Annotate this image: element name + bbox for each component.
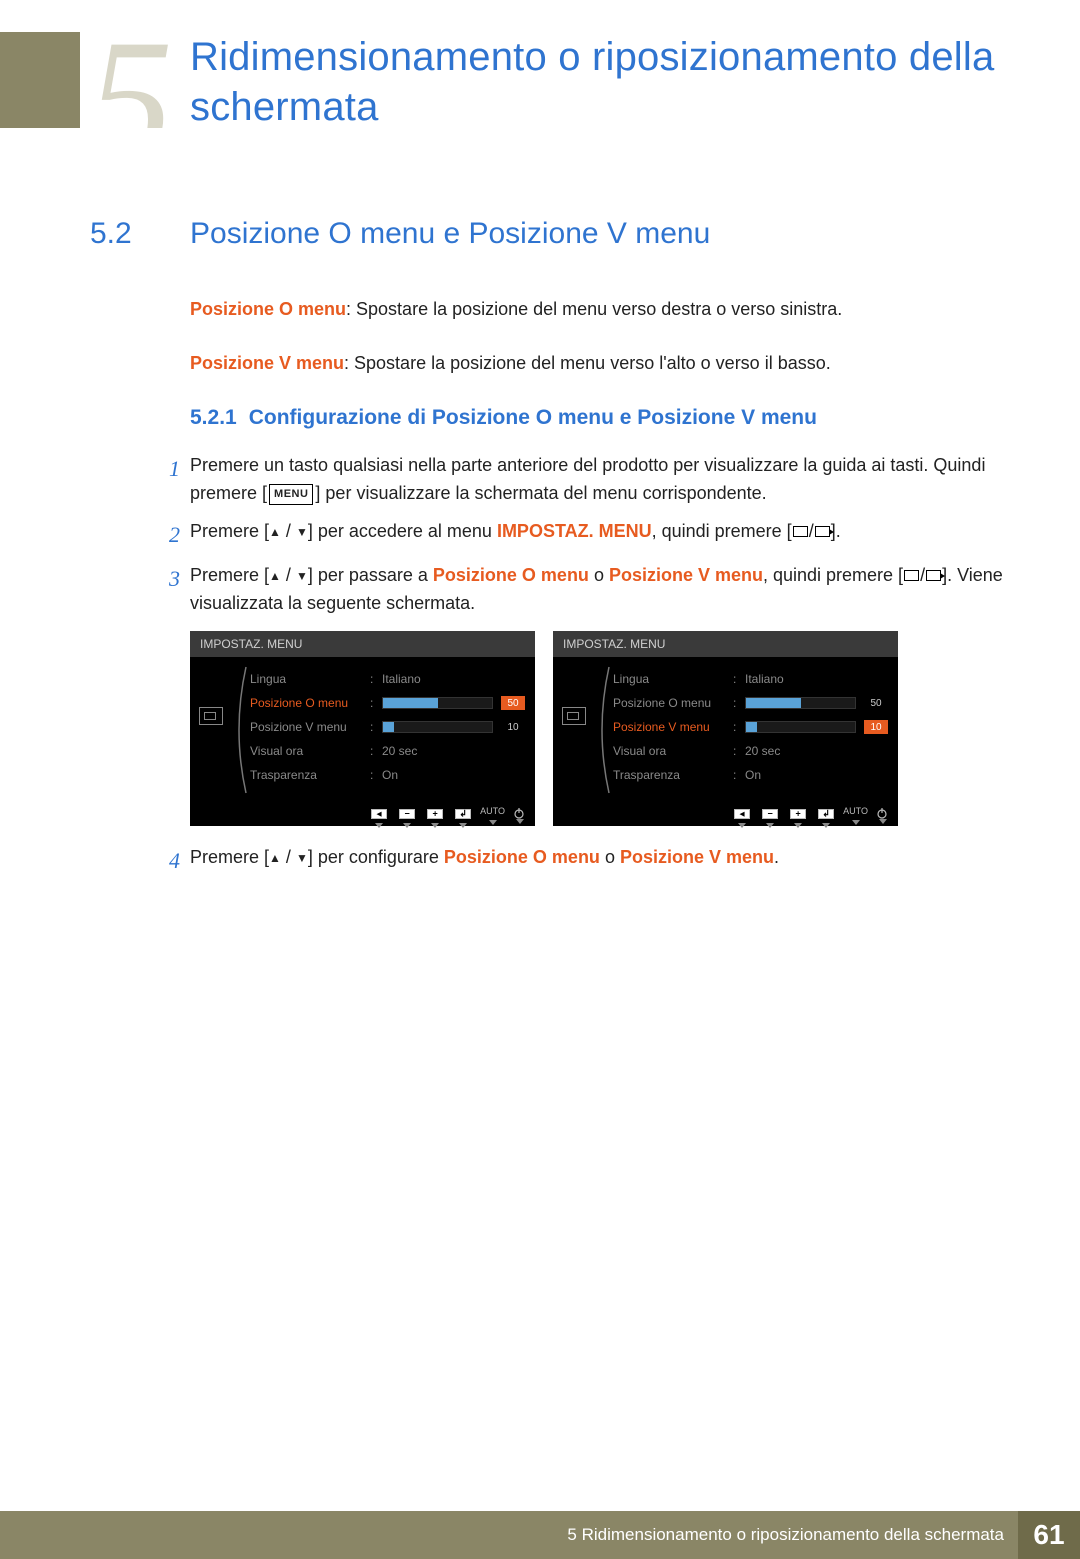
osd-item-pos-v: Posizione V menu: 10 [250,715,535,739]
osd-item-trasp: Trasparenza: On [250,763,535,787]
select-enter-icon: / [903,565,942,585]
step-number: 2 [158,518,190,552]
up-down-icon: ▲ / ▼ [269,565,308,585]
chapter-number-graphic: 5 [80,32,190,128]
up-down-icon: ▲ / ▼ [269,521,308,541]
osd-item-pos-o: Posizione O menu: 50 [613,691,898,715]
section-heading: 5.2 Posizione O menu e Posizione V menu [90,217,1000,251]
osd-item-pos-v: Posizione V menu: 10 [613,715,898,739]
osd-minus-icon: − [759,805,781,822]
select-enter-icon: / [792,521,831,541]
step-2: 2 Premere [▲ / ▼] per accedere al menu I… [158,518,1010,552]
osd-plus-icon: + [787,805,809,822]
osd-item-pos-o: Posizione O menu: 50 [250,691,535,715]
page-number: 61 [1018,1511,1080,1559]
osd-item-visual: Visual ora: 20 sec [613,739,898,763]
osd-plus-icon: + [424,805,446,822]
subsection-heading: 5.2.1 Configurazione di Posizione O menu … [190,406,1000,430]
osd-minus-icon: − [396,805,418,822]
osd-item-lingua: Lingua: Italiano [250,667,535,691]
step-number: 3 [158,562,190,618]
step-1: 1 Premere un tasto qualsiasi nella parte… [158,452,1010,508]
osd-footer: ◂ − + ↲ AUTO [190,801,535,824]
term-pos-v: Posizione V menu [190,353,344,373]
step-number: 4 [158,844,190,878]
osd-category-icon [199,707,223,725]
osd-power-icon [513,807,527,821]
subsection-title: Configurazione di Posizione O menu e Pos… [249,406,817,429]
term-pos-o: Posizione O menu [190,299,346,319]
page-title: Ridimensionamento o riposizionamento del… [190,32,1040,132]
subsection-number: 5.2.1 [190,406,237,429]
osd-bracket-icon [230,665,252,795]
osd-power-icon [876,807,890,821]
osd-enter-icon: ↲ [452,805,474,822]
section-number: 5.2 [90,217,190,251]
osd-header: IMPOSTAZ. MENU [190,631,535,657]
osd-item-trasp: Trasparenza: On [613,763,898,787]
osd-bracket-icon [593,665,615,795]
osd-auto-label: AUTO [843,806,868,822]
osd-footer: ◂ − + ↲ AUTO [553,801,898,824]
section-title: Posizione O menu e Posizione V menu [190,217,710,251]
step-4: 4 Premere [▲ / ▼] per configurare Posizi… [158,844,1010,878]
osd-panel-2: IMPOSTAZ. MENU Lingua: Italiano P [553,631,898,826]
step-number: 1 [158,452,190,508]
osd-enter-icon: ↲ [815,805,837,822]
up-down-icon: ▲ / ▼ [269,847,308,867]
footer-text: 5 Ridimensionamento o riposizionamento d… [567,1511,1018,1559]
osd-screenshots: IMPOSTAZ. MENU Lingua: Italiano P [190,631,1080,826]
osd-auto-label: AUTO [480,806,505,822]
osd-item-visual: Visual ora: 20 sec [250,739,535,763]
osd-back-icon: ◂ [368,805,390,822]
menu-key-icon: MENU [269,484,313,505]
osd-panel-1: IMPOSTAZ. MENU Lingua: Italiano P [190,631,535,826]
intro-paragraphs: Posizione O menu: Spostare la posizione … [190,296,1000,378]
top-band [0,32,82,128]
osd-item-lingua: Lingua: Italiano [613,667,898,691]
osd-header: IMPOSTAZ. MENU [553,631,898,657]
step-3: 3 Premere [▲ / ▼] per passare a Posizion… [158,562,1010,618]
osd-back-icon: ◂ [731,805,753,822]
osd-category-icon [562,707,586,725]
page-footer: 5 Ridimensionamento o riposizionamento d… [0,1511,1080,1559]
